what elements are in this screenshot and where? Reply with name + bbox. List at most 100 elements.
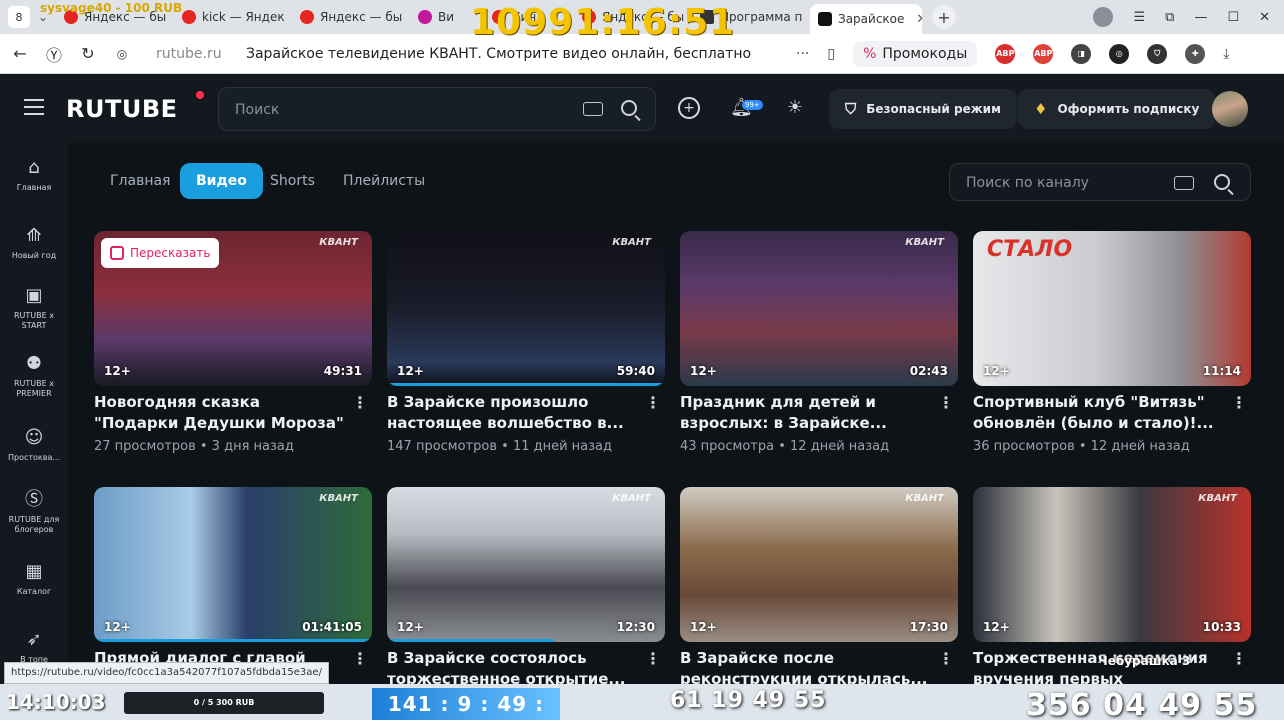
tab-home[interactable]: Главная bbox=[94, 163, 186, 199]
sidebar-item-home[interactable]: ⌂ Главная bbox=[0, 157, 68, 193]
video-card[interactable]: КВАНТ 12+ 59:40 В Зарайске произошло нас… bbox=[387, 231, 665, 454]
url-host[interactable]: rutube.ru bbox=[156, 46, 246, 62]
keyboard-icon[interactable] bbox=[583, 102, 603, 116]
sidebar-item-bloggers[interactable]: Ⓢ RUTUBE для блогеров bbox=[0, 489, 68, 535]
video-meta: 36 просмотров • 12 дней назад bbox=[973, 439, 1190, 454]
ticker-overlay: 141 : 9 : 49 : 55 bbox=[372, 688, 560, 720]
more-options-icon[interactable]: ⋮ bbox=[645, 393, 661, 412]
search-icon[interactable] bbox=[1214, 174, 1230, 190]
video-thumbnail[interactable]: СТАЛО 12+ 11:14 bbox=[973, 231, 1251, 386]
donation-overlay: sysvage40 - 100 RUB bbox=[40, 1, 183, 15]
profile-icon[interactable] bbox=[1093, 7, 1114, 27]
avatar[interactable] bbox=[1212, 91, 1248, 127]
video-thumbnail[interactable]: КВАНТ 12+ 10:33 bbox=[973, 487, 1251, 642]
channel-search-input[interactable]: Поиск по каналу bbox=[949, 163, 1251, 201]
menu-icon[interactable]: ☰ bbox=[1133, 10, 1145, 25]
video-card[interactable]: Пересказать КВАНТ 12+ 49:31 Новогодняя с… bbox=[94, 231, 372, 454]
watch-progress bbox=[387, 383, 665, 386]
tab-shorts[interactable]: Shorts bbox=[254, 163, 331, 199]
diamond-icon: ♦ bbox=[1034, 100, 1048, 118]
video-thumbnail[interactable]: КВАНТ 12+ 02:43 bbox=[680, 231, 958, 386]
download-icon[interactable]: ⤓ bbox=[1223, 46, 1229, 62]
site-info-icon[interactable]: ◎ bbox=[108, 47, 136, 61]
video-card[interactable]: СТАЛО 12+ 11:14 Спортивный клуб "Витязь"… bbox=[973, 231, 1251, 454]
tab-video[interactable]: Видео bbox=[180, 163, 263, 199]
search-input[interactable]: Поиск bbox=[218, 87, 656, 131]
video-thumbnail[interactable]: КВАНТ 12+ 59:40 bbox=[387, 231, 665, 386]
shield-extension-icon[interactable]: ⛉ bbox=[1147, 43, 1168, 64]
rutube-logo[interactable]: RUTUBE bbox=[66, 95, 178, 123]
video-card[interactable]: КВАНТ 12+ 01:41:05 Прямой диалог с главо… bbox=[94, 487, 372, 690]
close-window-icon[interactable]: ✕ bbox=[1259, 10, 1270, 25]
sidebar-item-premier[interactable]: ⚉ RUTUBE x PREMIER bbox=[0, 353, 68, 399]
browser-tab[interactable]: kick — Яндек bbox=[174, 2, 292, 32]
keyboard-icon[interactable] bbox=[1174, 176, 1194, 190]
subscribe-button[interactable]: ♦ Оформить подписку bbox=[1018, 89, 1216, 129]
more-options-icon[interactable]: ⋮ bbox=[938, 393, 954, 412]
age-rating: 12+ bbox=[397, 620, 424, 634]
adblock-plus-extension-icon[interactable]: ABP bbox=[1033, 43, 1054, 64]
video-title[interactable]: Праздник для детей и взрослых: в Зарайск… bbox=[680, 392, 930, 434]
yandex-favicon-icon bbox=[300, 10, 314, 24]
tab-playlists[interactable]: Плейлисты bbox=[327, 163, 441, 199]
more-options-icon[interactable]: ⋮ bbox=[1231, 649, 1247, 668]
tab-counter[interactable]: 8 bbox=[8, 6, 30, 28]
bookmark-icon[interactable]: ▯ bbox=[827, 46, 835, 62]
channel-watermark: КВАНТ bbox=[1198, 493, 1237, 504]
promo-button[interactable]: % Промокоды bbox=[853, 40, 978, 67]
video-title[interactable]: Новогодняя сказка "Подарки Дедушки Мороз… bbox=[94, 392, 344, 434]
video-card[interactable]: КВАНТ 12+ 17:30 В Зарайске после реконст… bbox=[680, 487, 958, 690]
yandex-home-icon[interactable]: Ⓨ bbox=[40, 42, 68, 66]
video-title[interactable]: В Зарайске произошло настоящее волшебств… bbox=[387, 392, 637, 434]
shield-check-icon: ⛉ bbox=[845, 100, 857, 118]
new-tab-button[interactable]: + bbox=[932, 5, 956, 29]
yandex-favicon-icon bbox=[182, 10, 196, 24]
theme-sun-icon[interactable]: ☀ bbox=[784, 97, 806, 119]
video-thumbnail[interactable]: КВАНТ 12+ 12:30 bbox=[387, 487, 665, 642]
menu-burger-icon[interactable] bbox=[24, 99, 44, 115]
minimize-icon[interactable]: — bbox=[1194, 10, 1207, 25]
video-duration: 01:41:05 bbox=[302, 620, 362, 634]
maximize-icon[interactable]: ☐ bbox=[1227, 10, 1239, 25]
extension-icon[interactable]: ◎ bbox=[1109, 43, 1130, 64]
video-card[interactable]: КВАНТ 12+ 12:30 В Зарайске состоялось то… bbox=[387, 487, 665, 690]
reload-icon[interactable]: ↻ bbox=[74, 44, 102, 63]
back-arrow-icon[interactable]: ← bbox=[6, 44, 34, 63]
restore-icon[interactable]: ⧉ bbox=[1165, 10, 1174, 25]
close-tab-icon[interactable]: ✕ bbox=[916, 12, 922, 27]
upload-icon[interactable]: + bbox=[678, 97, 700, 119]
more-icon[interactable]: ··· bbox=[796, 46, 809, 62]
video-thumbnail[interactable]: Пересказать КВАНТ 12+ 49:31 bbox=[94, 231, 372, 386]
url-page-title[interactable]: Зарайское телевидение КВАНТ. Смотрите ви… bbox=[246, 46, 776, 62]
age-rating: 12+ bbox=[397, 364, 424, 378]
video-title[interactable]: Спортивный клуб "Витязь" обновлён (было … bbox=[973, 392, 1223, 434]
age-rating: 12+ bbox=[983, 364, 1010, 378]
rutube-premier-icon: ⚉ bbox=[25, 353, 43, 374]
video-thumbnail[interactable]: КВАНТ 12+ 01:41:05 bbox=[94, 487, 372, 642]
browser-tab[interactable]: Яндекс — бы bbox=[292, 2, 410, 32]
more-options-icon[interactable]: ⋮ bbox=[1231, 393, 1247, 412]
logo-dot bbox=[196, 91, 204, 99]
safe-mode-button[interactable]: ⛉ Безопасный режим bbox=[829, 89, 1017, 129]
extension-icon[interactable]: ◨ bbox=[1071, 43, 1092, 64]
age-rating: 12+ bbox=[104, 620, 131, 634]
adblock-extension-icon[interactable]: ABP bbox=[995, 43, 1016, 64]
more-options-icon[interactable]: ⋮ bbox=[938, 649, 954, 668]
retell-button[interactable]: Пересказать bbox=[101, 238, 220, 268]
browser-tab-active[interactable]: Зарайское ✕ bbox=[810, 4, 922, 34]
more-options-icon[interactable]: ⋮ bbox=[352, 393, 368, 412]
more-options-icon[interactable]: ⋮ bbox=[352, 649, 368, 668]
sidebar-item-start[interactable]: ▣ RUTUBE x START bbox=[0, 285, 68, 331]
search-icon[interactable] bbox=[621, 100, 637, 116]
more-options-icon[interactable]: ⋮ bbox=[645, 649, 661, 668]
sidebar-item-prostokvashino[interactable]: ☺ Простоква... bbox=[0, 427, 68, 463]
sidebar-item-new-year[interactable]: ⟰ Новый год bbox=[0, 225, 68, 261]
video-thumbnail[interactable]: КВАНТ 12+ 17:30 bbox=[680, 487, 958, 642]
watch-progress bbox=[94, 639, 372, 642]
sidebar-item-top[interactable]: ➶ В топе bbox=[0, 629, 68, 665]
video-card[interactable]: КВАНТ 12+ 02:43 Праздник для детей и взр… bbox=[680, 231, 958, 454]
puzzle-extension-icon[interactable]: ✚ bbox=[1185, 43, 1206, 64]
percent-icon: % bbox=[863, 45, 877, 62]
age-rating: 12+ bbox=[690, 364, 717, 378]
sidebar-item-catalog[interactable]: ▦ Каталог bbox=[0, 561, 68, 597]
